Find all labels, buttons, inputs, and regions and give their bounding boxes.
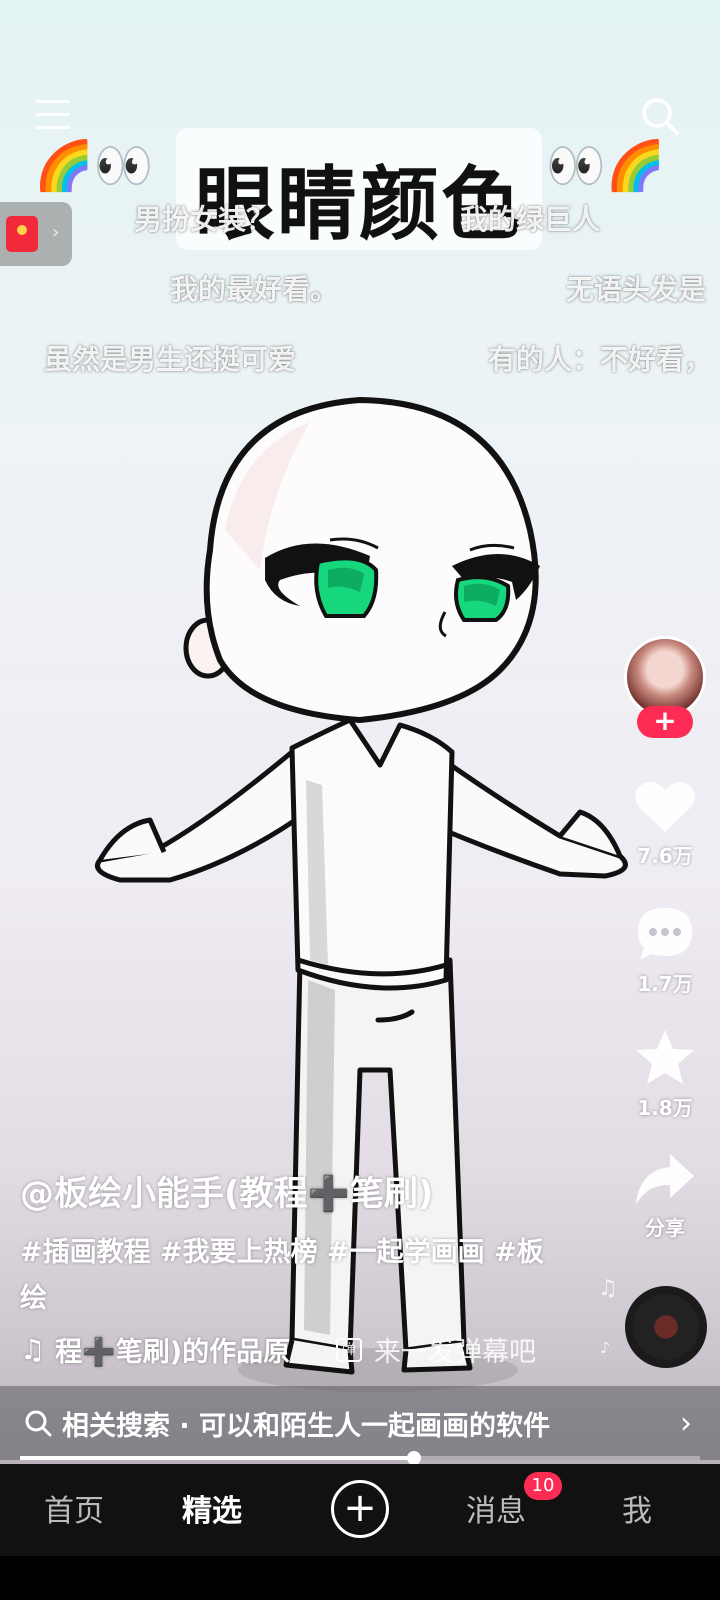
music-note-icon: ♪	[600, 1338, 611, 1357]
share-button[interactable]: 分享	[620, 1152, 710, 1241]
create-button[interactable]: +	[331, 1480, 389, 1538]
comment-button[interactable]: 1.7万	[620, 904, 710, 997]
red-packet-icon	[6, 216, 38, 252]
tab-home[interactable]: 首页	[44, 1486, 104, 1530]
music-info[interactable]: ♫ 程➕笔刷)的作品原	[20, 1330, 290, 1369]
favorite-button[interactable]: 1.8万	[620, 1028, 710, 1121]
favorite-count: 1.8万	[637, 1096, 693, 1120]
music-note-icon: ♫	[20, 1333, 46, 1366]
tab-featured[interactable]: 精选	[182, 1486, 242, 1530]
follow-button[interactable]: +	[637, 706, 693, 738]
chevron-right-icon: ›	[680, 1406, 692, 1441]
video-player[interactable]: › 🌈👀 👀🌈 眼睛颜色 男扮女装？ 我的绿巨人 我的最好看。 无语头发是 虽然…	[0, 0, 720, 1464]
progress-fill	[20, 1456, 415, 1460]
tab-messages[interactable]: 消息	[466, 1486, 526, 1530]
comment-count: 1.7万	[637, 972, 693, 996]
danmaku-item: 有的人：不好看，	[488, 343, 713, 376]
tab-me[interactable]: 我	[622, 1486, 652, 1530]
related-search-text: 相关搜索 · 可以和陌生人一起画画的软件	[62, 1410, 551, 1442]
post-description[interactable]: #插画教程 #我要上热榜 #一起学画画 #板绘	[20, 1230, 560, 1322]
danmaku-item: 男扮女装？	[134, 203, 275, 236]
music-title: 程➕笔刷)的作品原	[55, 1337, 291, 1368]
related-search-bar[interactable]: 相关搜索 · 可以和陌生人一起画画的软件 ›	[0, 1386, 720, 1460]
danmaku-input[interactable]: 弹 来一发弹幕吧	[336, 1330, 536, 1369]
music-disc[interactable]	[625, 1286, 707, 1368]
music-note-icon: ♫	[598, 1276, 618, 1301]
author-name[interactable]: @板绘小能手(教程➕笔刷)	[20, 1166, 433, 1215]
like-button[interactable]: 7.6万	[620, 778, 710, 869]
system-nav-bar	[0, 1556, 720, 1600]
search-icon	[25, 1410, 52, 1437]
progress-handle[interactable]	[407, 1451, 422, 1464]
messages-badge: 10	[524, 1472, 562, 1500]
search-icon[interactable]	[640, 96, 680, 136]
like-count: 7.6万	[637, 844, 693, 868]
chevron-right-icon: ›	[52, 222, 60, 243]
danmaku-icon: 弹	[336, 1337, 362, 1362]
heart-icon	[635, 781, 695, 832]
share-arrow-icon	[636, 1154, 694, 1204]
danmaku-placeholder: 来一发弹幕吧	[374, 1337, 536, 1368]
danmaku-item: 无语头发是	[566, 273, 707, 306]
share-label: 分享	[645, 1216, 685, 1240]
danmaku-item: 我的最好看。	[170, 273, 339, 306]
red-packet-widget[interactable]: ›	[0, 202, 72, 266]
danmaku-item: 我的绿巨人	[460, 203, 601, 236]
deco-emoji-left: 🌈👀	[34, 138, 154, 194]
danmaku-item: 虽然是男生还挺可爱	[44, 343, 297, 376]
star-icon	[636, 1030, 694, 1084]
deco-emoji-right: 👀🌈	[546, 138, 666, 194]
video-progress-bar[interactable]	[20, 1451, 700, 1464]
comment-icon	[638, 908, 692, 960]
menu-icon[interactable]	[36, 100, 70, 132]
